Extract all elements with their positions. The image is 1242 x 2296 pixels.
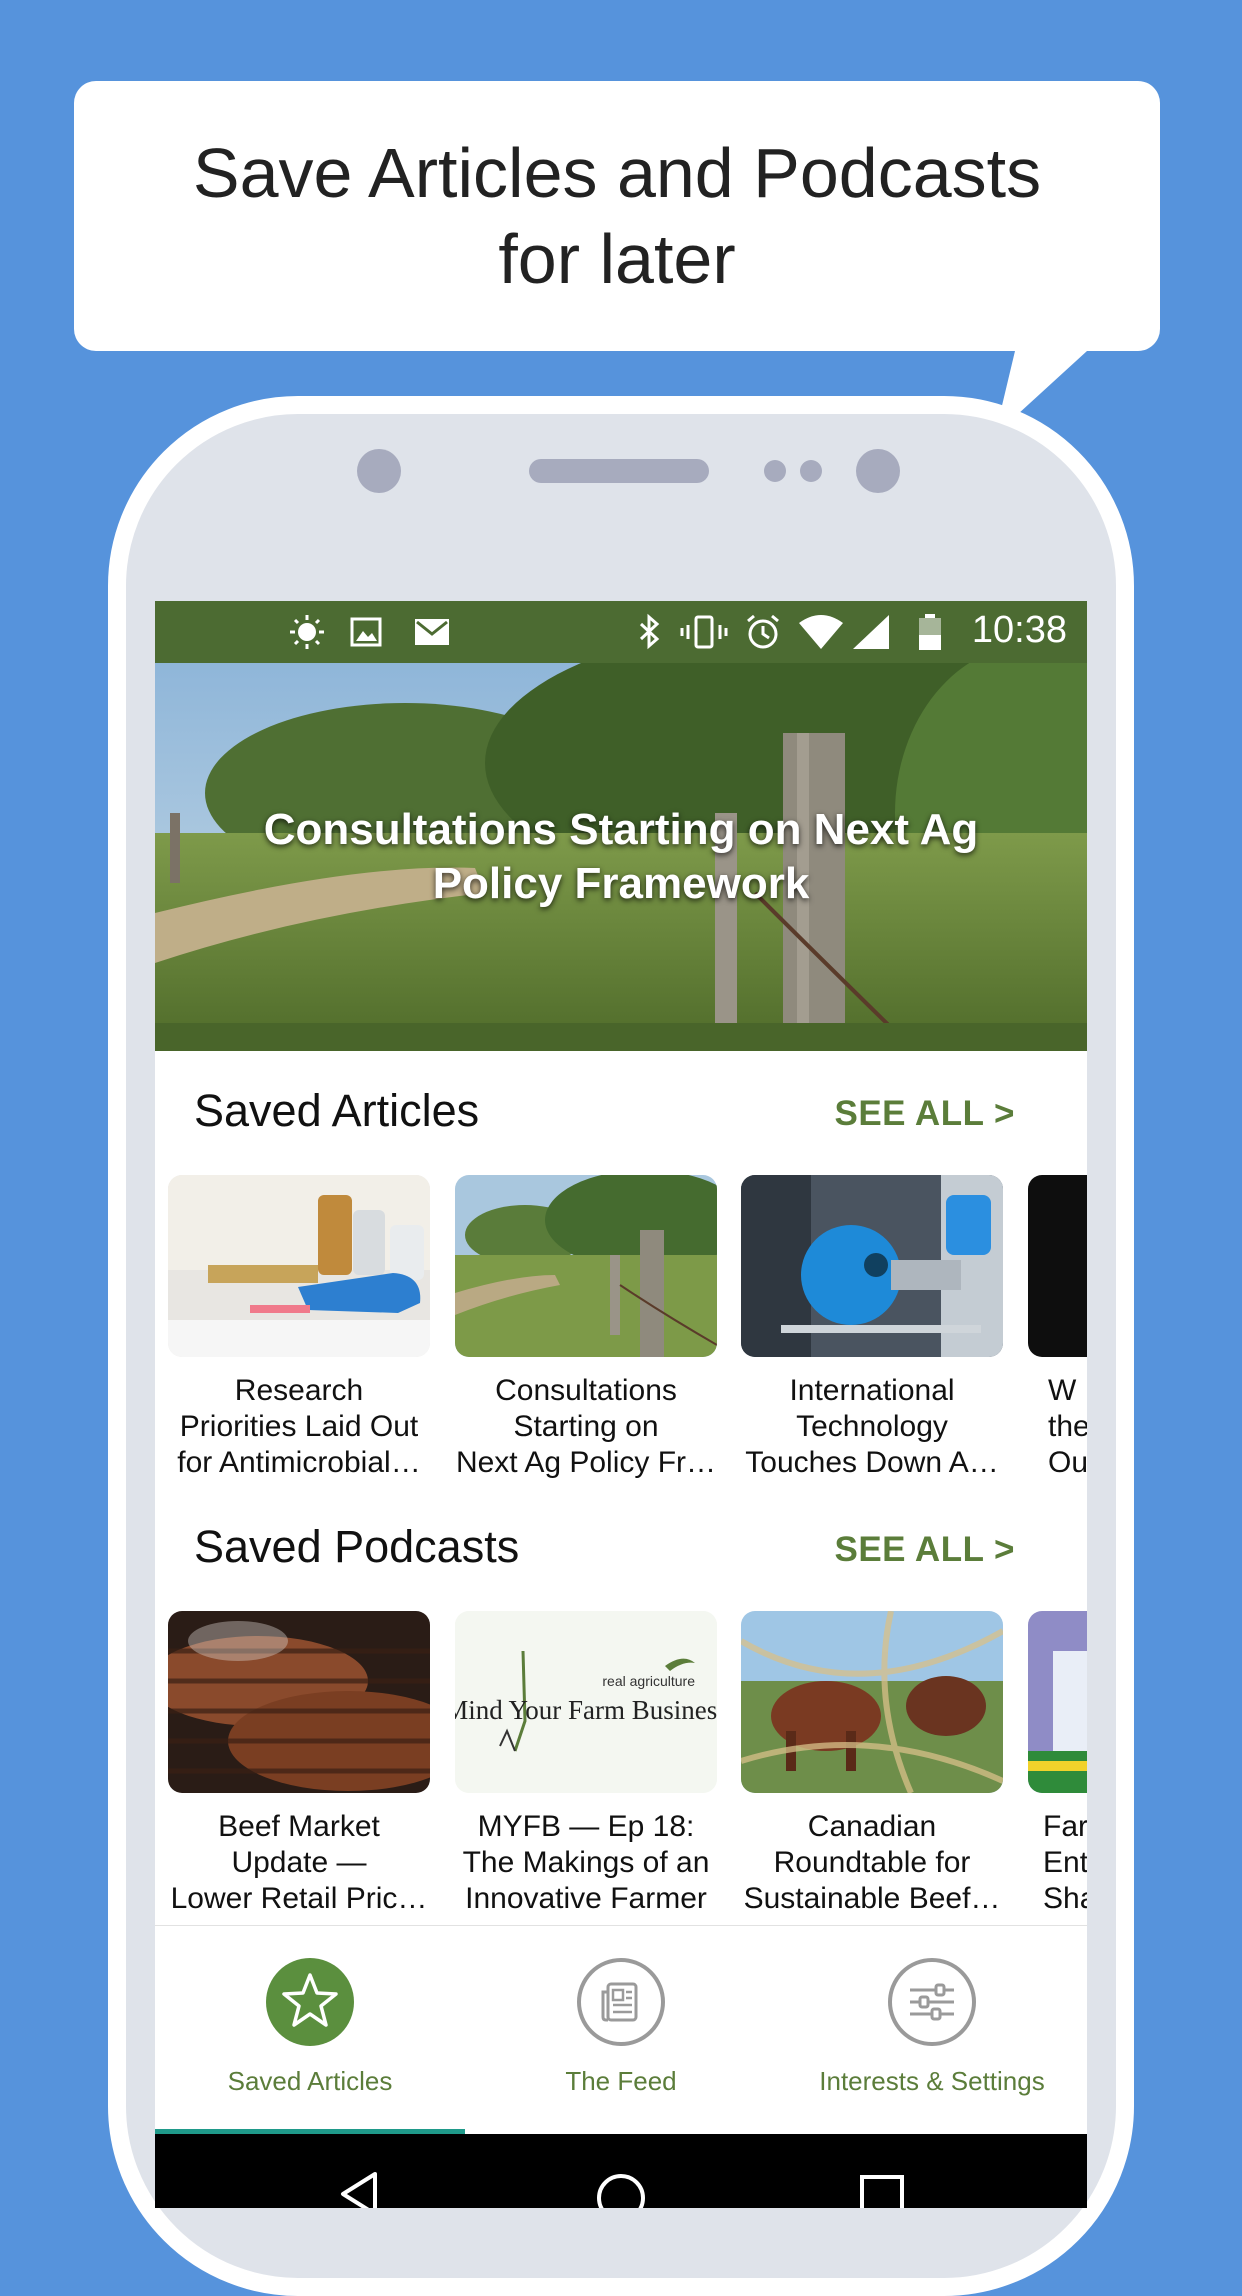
bluetooth-icon (639, 613, 660, 650)
bottom-navigation: Saved Articles The Feed Interests & Sett… (155, 1925, 1087, 2134)
vibrate-icon (680, 615, 728, 649)
saved-podcasts-see-all[interactable]: SEE ALL > (834, 1530, 1015, 1570)
hero-banner[interactable]: Consultations Starting on Next Ag Policy… (155, 663, 1087, 1051)
podcast-thumbnail (741, 1611, 1003, 1793)
back-icon[interactable] (335, 2172, 385, 2208)
podcast-card[interactable]: Far Ent Sha (1028, 1611, 1087, 1917)
podcast-thumbnail (1028, 1611, 1087, 1793)
article-thumbnail (741, 1175, 1003, 1357)
article-card[interactable]: International Technology Touches Down A… (741, 1175, 1003, 1481)
article-card[interactable]: W the Our (1028, 1175, 1087, 1481)
podcast-thumbnail: real agriculture Mind Your Farm Business (455, 1611, 717, 1793)
home-icon[interactable] (595, 2172, 647, 2208)
article-card[interactable]: Research Priorities Laid Out for Antimic… (168, 1175, 430, 1481)
sliders-icon (888, 1958, 976, 2046)
podcast-logo-brand: real agriculture (602, 1673, 695, 1689)
system-nav-bar (155, 2134, 1087, 2208)
app-screen: 10:38 Consultations Starting on Next Ag … (155, 601, 1087, 2208)
promo-line-2: for later (498, 220, 736, 298)
promo-line-1: Save Articles and Podcasts (192, 134, 1042, 212)
alarm-icon (747, 614, 779, 649)
gmail-icon (415, 619, 449, 645)
podcast-logo-name: Mind Your Farm Business (455, 1695, 717, 1725)
hero-title: Consultations Starting on Next Ag Policy… (263, 805, 979, 908)
podcast-card-title: Canadian Roundtable for Sustainable Beef… (743, 1810, 1001, 1915)
wifi-icon (799, 615, 843, 649)
article-thumbnail (1028, 1175, 1087, 1357)
signal-icon (853, 615, 889, 649)
star-icon (266, 1958, 354, 2046)
article-card-title: International Technology Touches Down A… (745, 1374, 999, 1479)
promo-bubble: Save Articles and Podcasts for later (74, 81, 1160, 351)
status-time: 10:38 (971, 609, 1067, 651)
recents-icon[interactable] (859, 2174, 905, 2208)
nav-label: Interests & Settings (819, 2066, 1045, 2096)
nav-interests-settings[interactable]: Interests & Settings (777, 1926, 1087, 2134)
nav-label: The Feed (565, 2066, 677, 2096)
front-sensor-left (357, 449, 401, 493)
article-card-title: Research Priorities Laid Out for Antimic… (177, 1374, 421, 1479)
brightness-icon (290, 615, 324, 649)
nav-saved-articles[interactable]: Saved Articles (155, 1926, 465, 2134)
newspaper-icon (577, 1958, 665, 2046)
podcast-card-title: MYFB — Ep 18: The Makings of an Innovati… (462, 1810, 710, 1915)
article-card[interactable]: Consultations Starting on Next Ag Policy… (455, 1175, 717, 1481)
phone-speaker (529, 459, 709, 483)
nav-the-feed[interactable]: The Feed (466, 1926, 776, 2134)
front-sensor-small-1 (764, 460, 786, 482)
saved-podcasts-title: Saved Podcasts (194, 1521, 520, 1572)
podcast-card[interactable]: Beef Market Update — Lower Retail Pric… (168, 1611, 430, 1917)
nav-label: Saved Articles (227, 2066, 393, 2096)
front-camera (856, 449, 900, 493)
article-card-title: W the Our (1048, 1374, 1087, 1479)
podcast-card-title: Far Ent Sha (1043, 1810, 1087, 1915)
article-thumbnail (168, 1175, 430, 1357)
saved-articles-see-all[interactable]: SEE ALL > (834, 1094, 1015, 1134)
podcast-card[interactable]: Canadian Roundtable for Sustainable Beef… (741, 1611, 1003, 1917)
front-sensor-small-2 (800, 460, 822, 482)
podcast-thumbnail (168, 1611, 430, 1793)
saved-articles-title: Saved Articles (194, 1085, 480, 1136)
image-icon (350, 617, 382, 647)
article-card-title: Consultations Starting on Next Ag Policy… (455, 1374, 717, 1479)
podcast-card[interactable]: real agriculture Mind Your Farm Business… (455, 1611, 717, 1917)
podcast-card-title: Beef Market Update — Lower Retail Pric… (170, 1810, 428, 1915)
article-thumbnail (455, 1175, 717, 1357)
battery-icon (919, 614, 941, 650)
status-bar: 10:38 (155, 601, 1087, 663)
